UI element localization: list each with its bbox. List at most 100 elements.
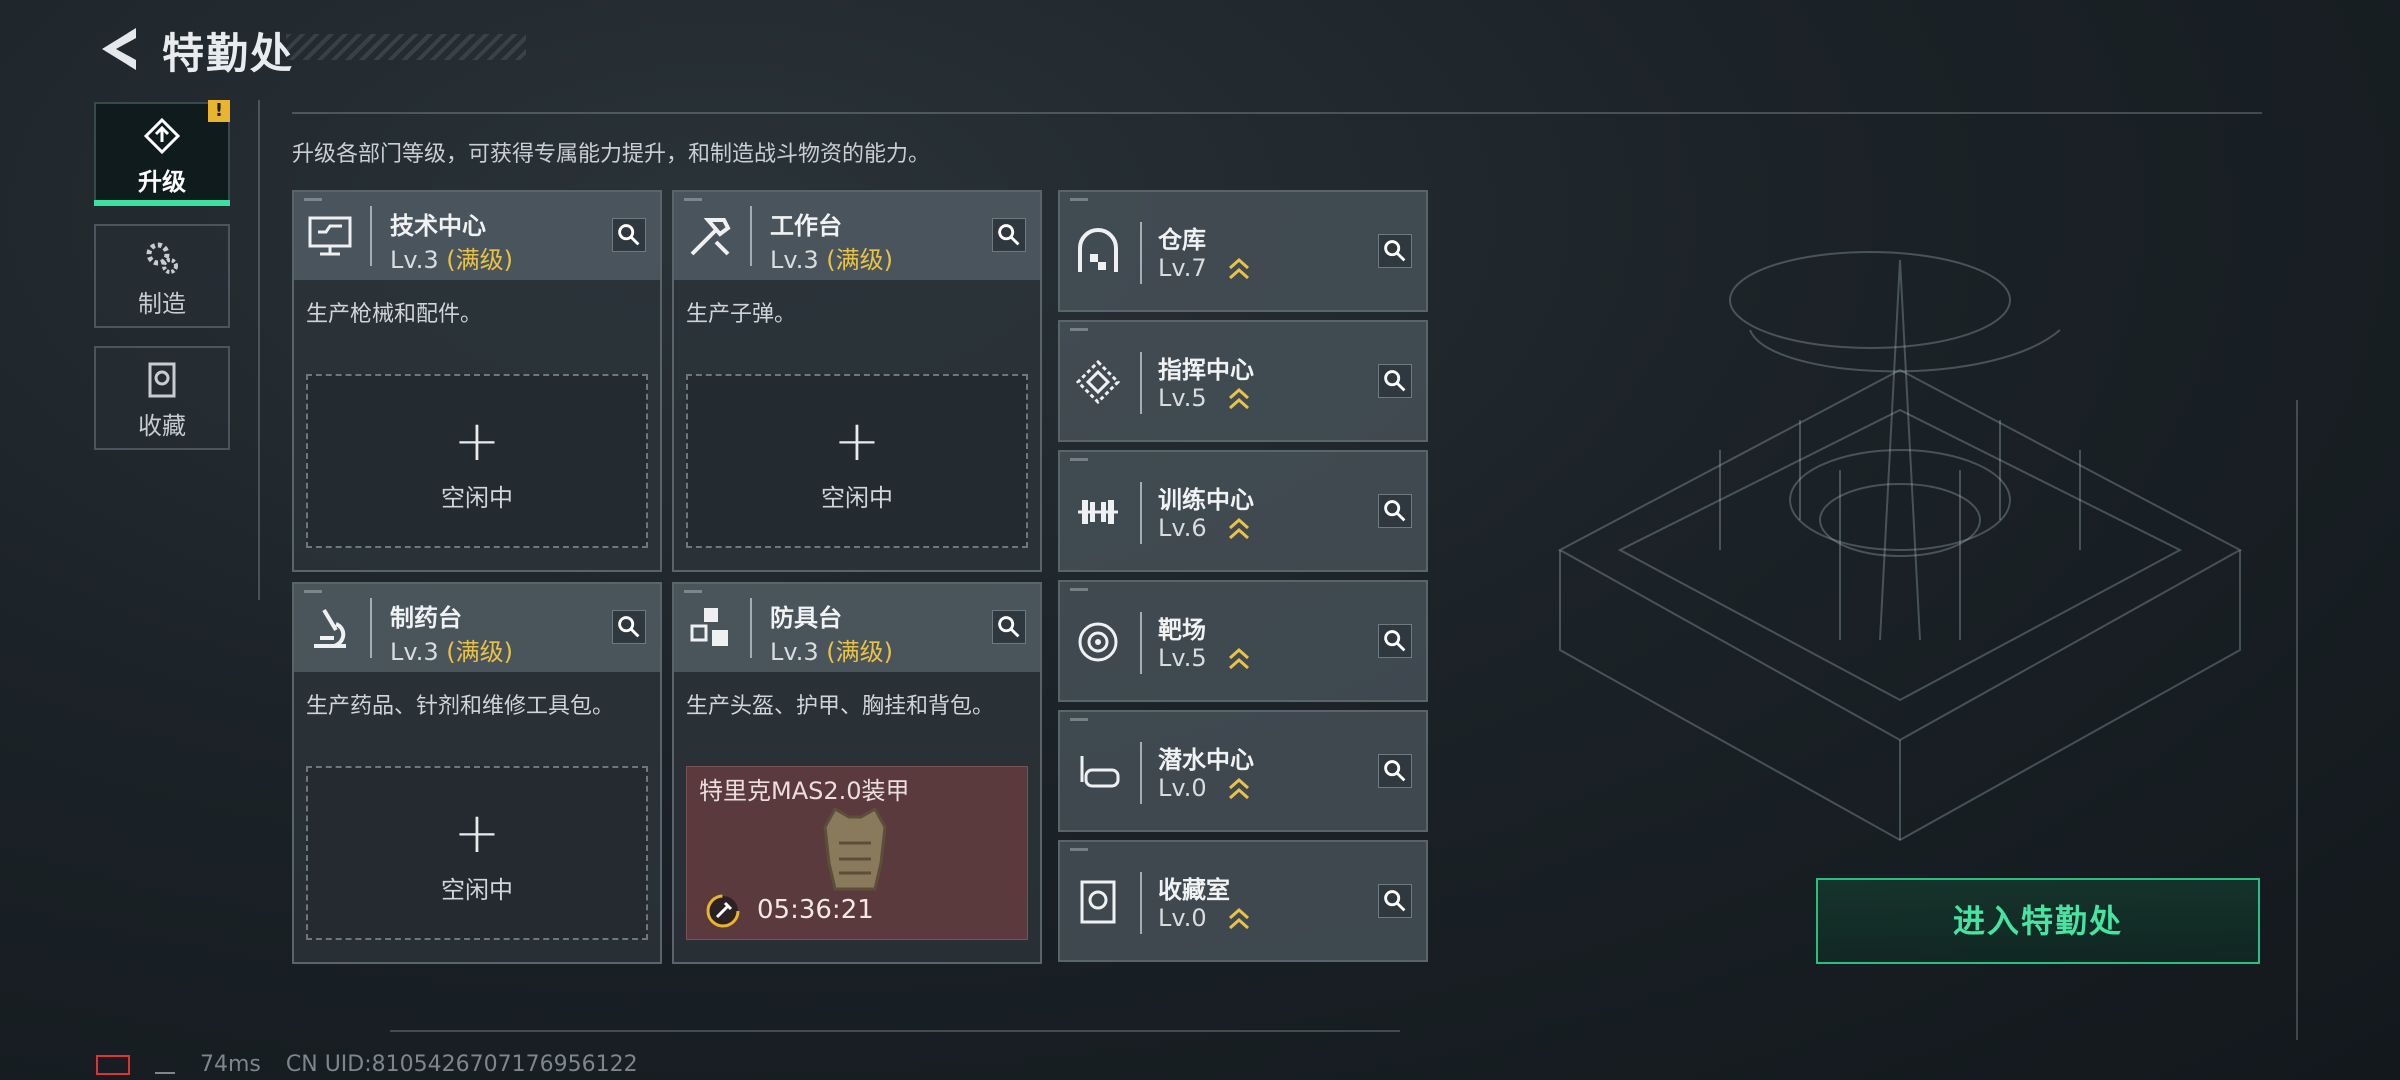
card-corner-mark	[1070, 718, 1088, 721]
card-corner-mark	[1070, 588, 1088, 591]
add-icon: +	[453, 801, 501, 866]
body-armor-icon	[823, 806, 887, 891]
facility-level: Lv.5	[1158, 644, 1207, 672]
search-icon[interactable]	[612, 218, 646, 252]
department-card-armor-bench: 防具台 Lv.3 (满级) 生产头盔、护甲、胸挂和背包。 特里克MAS2.0装甲…	[672, 582, 1042, 964]
search-icon[interactable]	[1378, 624, 1412, 658]
card-corner-mark	[1070, 328, 1088, 331]
facility-level: Lv.5	[1158, 384, 1207, 412]
divider	[292, 112, 2262, 114]
search-icon[interactable]	[992, 610, 1026, 644]
card-separator	[1140, 742, 1142, 804]
search-icon[interactable]	[1378, 754, 1412, 788]
command-center-icon	[1075, 359, 1121, 405]
collection-room-icon	[1080, 880, 1116, 924]
production-slot[interactable]: + 空闲中	[306, 374, 648, 548]
search-icon[interactable]	[1378, 234, 1412, 268]
facility-card-shooting-range: 靶场 Lv.5	[1058, 580, 1428, 702]
department-card-pharmacy: 制药台 Lv.3 (满级) 生产药品、针剂和维修工具包。 + 空闲中	[292, 582, 662, 964]
facility-card-warehouse: 仓库 Lv.7	[1058, 190, 1428, 312]
warehouse-icon	[1078, 228, 1118, 272]
facility-level: Lv.6	[1158, 514, 1207, 542]
card-description: 生产头盔、护甲、胸挂和背包。	[686, 694, 995, 719]
facility-name: 收藏室	[1158, 876, 1230, 904]
crafting-item-name: 特里克MAS2.0装甲	[699, 777, 910, 805]
card-separator	[1140, 872, 1142, 934]
card-corner-mark	[684, 590, 702, 593]
production-slot[interactable]: + 空闲中	[686, 374, 1028, 548]
card-title: 制药台	[390, 604, 462, 632]
card-separator	[1140, 222, 1142, 284]
warning-badge: !	[208, 100, 230, 122]
card-level: Lv.3 (满级)	[770, 246, 893, 274]
slot-status: 空闲中	[441, 876, 513, 904]
signal-icon	[155, 1056, 175, 1074]
add-icon: +	[833, 409, 881, 474]
card-level: Lv.3 (满级)	[390, 246, 513, 274]
card-title: 防具台	[770, 604, 842, 632]
nav-collection[interactable]: 收藏	[94, 346, 230, 450]
enter-button[interactable]: 进入特勤处	[1816, 878, 2260, 964]
card-title: 工作台	[770, 212, 842, 240]
divider	[2296, 400, 2298, 1040]
divider	[258, 100, 260, 600]
add-icon: +	[453, 409, 501, 474]
back-arrow-icon[interactable]	[96, 24, 140, 74]
card-corner-mark	[684, 198, 702, 201]
divider	[390, 1030, 1400, 1032]
card-level: Lv.3 (满级)	[390, 638, 513, 666]
facility-level: Lv.0	[1158, 904, 1207, 932]
facility-name: 靶场	[1158, 616, 1206, 644]
card-separator	[750, 206, 752, 266]
gears-icon	[146, 242, 178, 274]
nav-label: 收藏	[138, 412, 186, 440]
card-title: 技术中心	[390, 212, 486, 240]
level-up-icon	[1229, 387, 1249, 410]
production-slot[interactable]: + 空闲中	[306, 766, 648, 940]
nav-label: 制造	[138, 290, 186, 318]
card-description: 生产子弹。	[686, 302, 797, 327]
facility-name: 训练中心	[1158, 486, 1254, 514]
facility-card-diving-center: 潜水中心 Lv.0	[1058, 710, 1428, 832]
battery-icon	[96, 1055, 130, 1075]
slot-status: 空闲中	[441, 484, 513, 512]
facility-card-training-center: 训练中心 Lv.6	[1058, 450, 1428, 572]
card-corner-mark	[304, 590, 322, 593]
microscope-icon	[314, 608, 346, 648]
slot-status: 空闲中	[821, 484, 893, 512]
hammer-icon	[690, 218, 731, 256]
title-decoration	[286, 34, 526, 60]
card-corner-mark	[1070, 848, 1088, 851]
facility-card-collection-room: 收藏室 Lv.0	[1058, 840, 1428, 962]
search-icon[interactable]	[992, 218, 1026, 252]
page-description: 升级各部门等级，可获得专属能力提升，和制造战斗物资的能力。	[292, 142, 931, 167]
search-icon[interactable]	[612, 610, 646, 644]
crafting-slot[interactable]: 特里克MAS2.0装甲 05:36:21	[686, 766, 1028, 940]
level-up-icon	[1229, 257, 1249, 280]
nav-label: 升级	[138, 168, 186, 196]
collection-icon	[148, 362, 176, 398]
card-separator	[1140, 482, 1142, 544]
user-uid: CN UID:8105426707176956122	[285, 1052, 638, 1077]
level-up-icon	[1229, 777, 1249, 800]
card-separator	[750, 598, 752, 658]
search-icon[interactable]	[1378, 364, 1412, 398]
nav-craft[interactable]: 制造	[94, 224, 230, 328]
search-icon[interactable]	[1378, 494, 1412, 528]
search-icon[interactable]	[1378, 884, 1412, 918]
base-wireframe-illustration	[1557, 251, 2243, 842]
level-up-icon	[1229, 517, 1249, 540]
card-separator	[1140, 352, 1142, 414]
card-description: 生产枪械和配件。	[306, 302, 483, 327]
level-up-icon	[1229, 907, 1249, 930]
facility-name: 仓库	[1158, 226, 1206, 254]
dumbbell-icon	[1078, 500, 1118, 524]
card-corner-mark	[1070, 458, 1088, 461]
card-corner-mark	[1070, 198, 1088, 201]
upgrade-icon	[143, 117, 181, 155]
card-corner-mark	[304, 198, 322, 201]
level-up-icon	[1229, 647, 1249, 670]
computer-icon	[308, 216, 352, 256]
facility-card-command-center: 指挥中心 Lv.5	[1058, 320, 1428, 442]
crafting-timer: 05:36:21	[757, 895, 874, 925]
